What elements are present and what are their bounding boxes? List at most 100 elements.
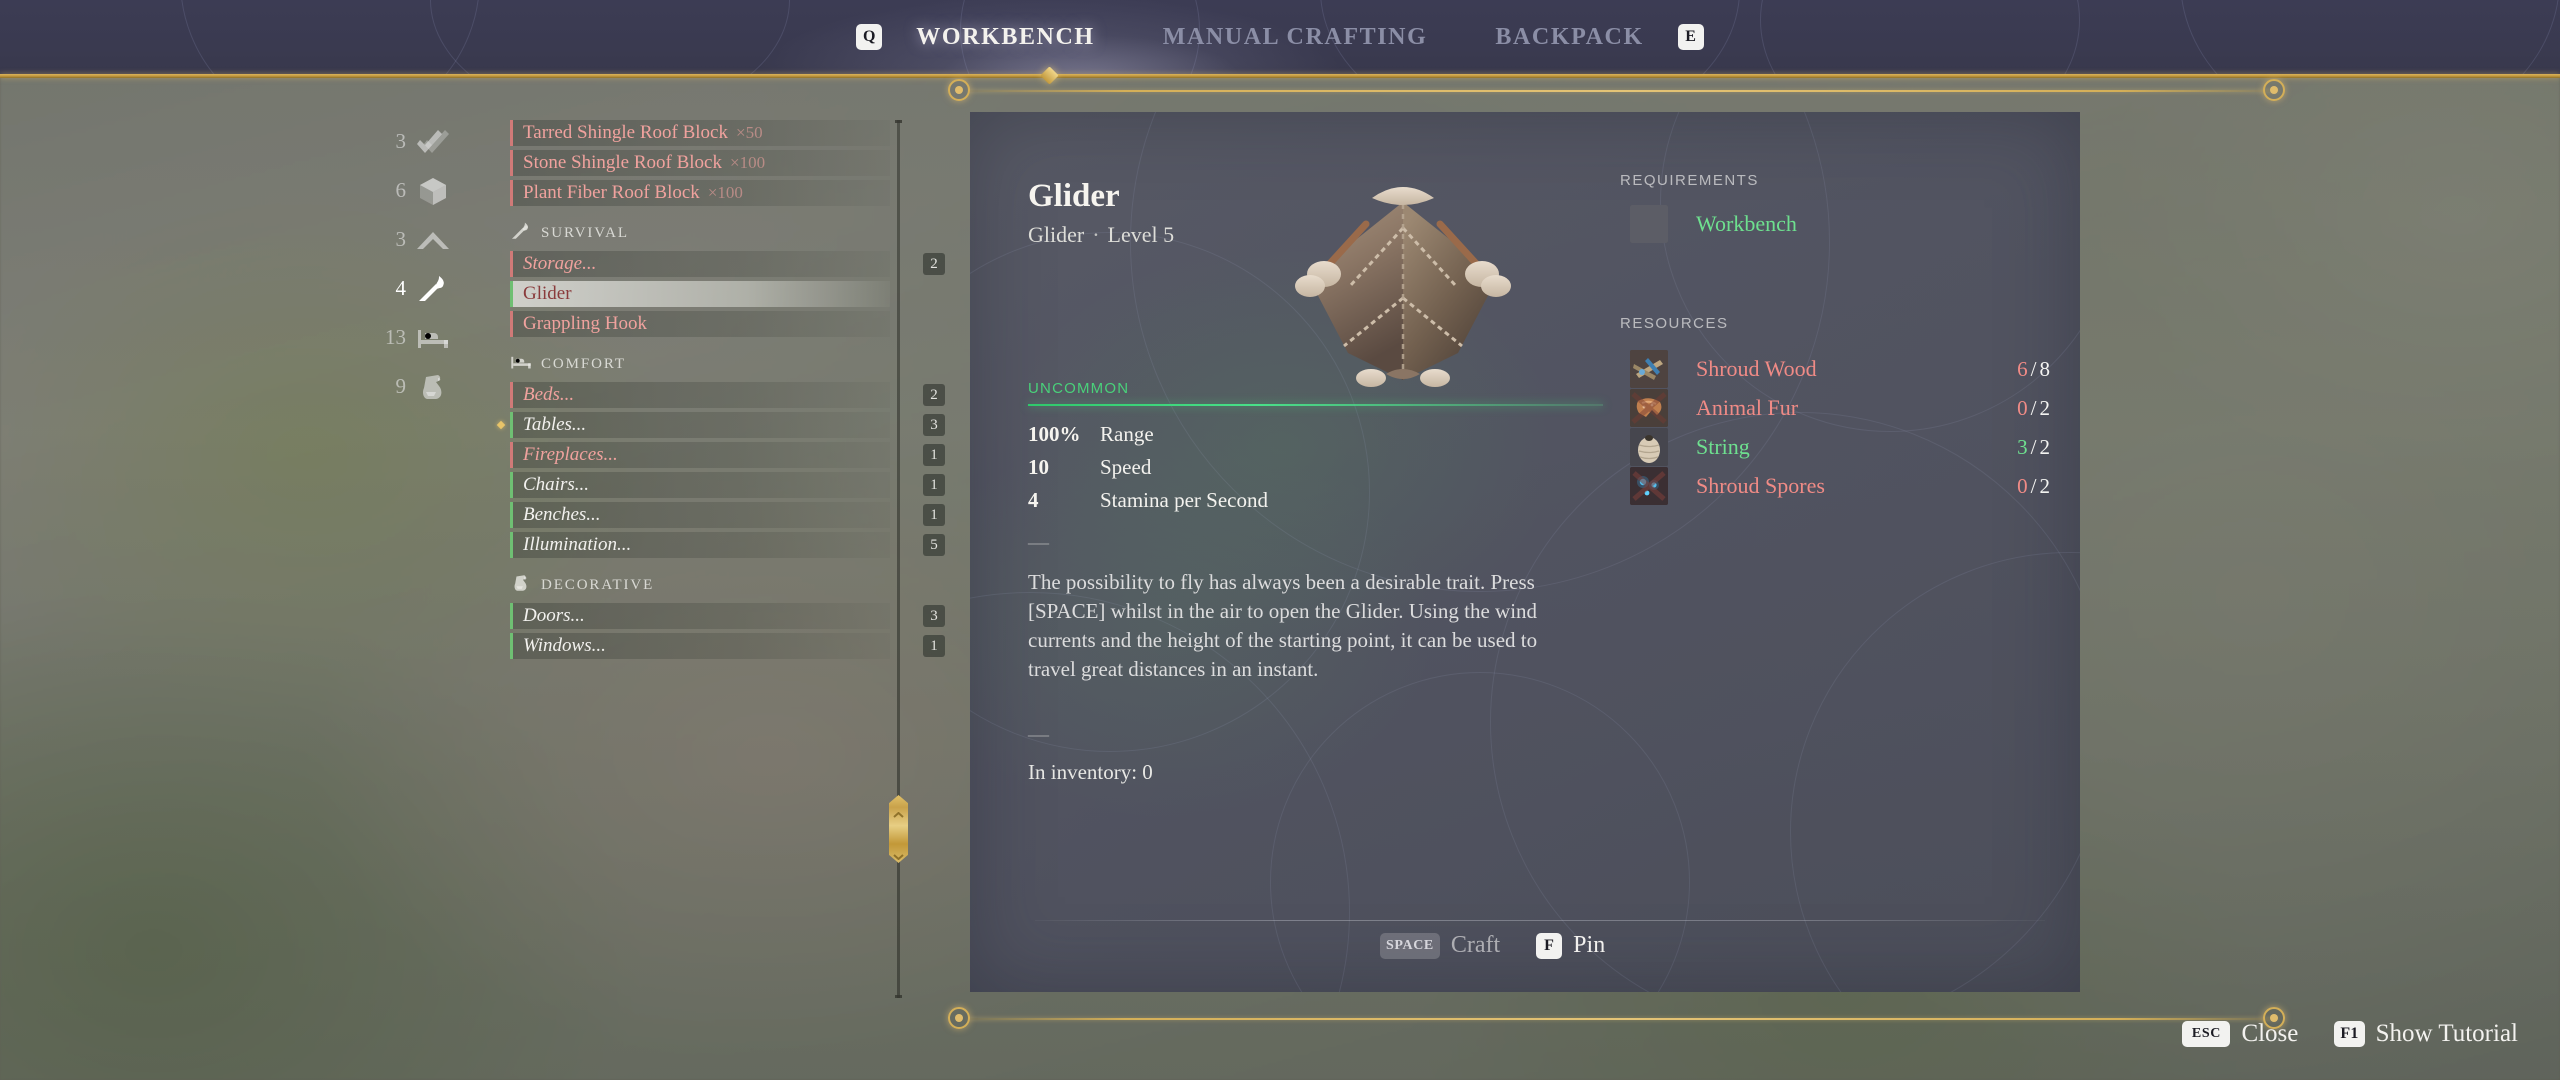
resource-have: 6 — [2017, 356, 2028, 381]
cube-icon — [416, 176, 450, 206]
stat-value: 10 — [1028, 455, 1049, 479]
recipe-list-scrollbar-track[interactable] — [895, 120, 902, 998]
stat-row: 4 Stamina per Second — [1028, 488, 1588, 521]
stat-row: 10 Speed — [1028, 455, 1588, 488]
recipe-list-item[interactable]: Windows... 1 — [510, 633, 945, 659]
recipe-list-item-label: Tarred Shingle Roof Block — [523, 122, 728, 143]
resource-name: String — [1696, 434, 1750, 459]
resources-heading: RESOURCES — [1620, 315, 1729, 332]
tab-backpack[interactable]: BACKPACK — [1461, 24, 1677, 51]
recipe-list-item-label: Stone Shingle Roof Block — [523, 152, 722, 173]
resource-name: Shroud Wood — [1696, 356, 1817, 381]
stat-row: 100% Range — [1028, 422, 1588, 455]
recipe-list-item[interactable]: Storage... 2 — [510, 251, 945, 277]
rail-item-count: 6 — [395, 178, 407, 202]
list-group-label: SURVIVAL — [541, 224, 629, 241]
rail-item-jug[interactable]: 9 — [370, 370, 450, 403]
rarity-label: UNCOMMON — [1028, 380, 1130, 397]
stat-name: Stamina per Second — [1100, 488, 1268, 512]
action-craft[interactable]: SPACE Craft — [1380, 932, 1500, 959]
stat-name: Range — [1100, 422, 1154, 446]
recipe-list-item-count-badge: 3 — [923, 414, 945, 436]
panel-footer-divider — [1035, 920, 2045, 921]
hint-label: Close — [2241, 1020, 2299, 1047]
resource-need: 2 — [2039, 395, 2051, 420]
resource-need: 2 — [2039, 434, 2051, 459]
recipe-list-item[interactable]: Illumination... 5 — [510, 532, 945, 558]
torch-icon — [416, 274, 450, 304]
recipe-list-item[interactable]: Plant Fiber Roof Block ×100 — [510, 180, 890, 206]
description-inventory-divider: — — [1028, 722, 1050, 746]
item-description: The possibility to fly has always been a… — [1028, 570, 1538, 681]
list-group-label: COMFORT — [541, 355, 626, 372]
resource-need: 2 — [2039, 473, 2051, 498]
recipe-list-item[interactable]: Tarred Shingle Roof Block ×50 — [510, 120, 890, 146]
resource-separator: / — [2030, 434, 2037, 459]
stat-value: 100% — [1028, 422, 1081, 446]
recipe-list-item[interactable]: Glider — [510, 281, 890, 307]
rail-item-checklist[interactable]: 3 — [370, 125, 450, 158]
recipe-list-item-label: Grappling Hook — [523, 313, 648, 334]
action-pin[interactable]: F Pin — [1536, 932, 1605, 959]
recipe-list-item-count-badge: 1 — [923, 504, 945, 526]
stat-value: 4 — [1028, 488, 1039, 512]
rail-item-count: 3 — [395, 227, 407, 251]
requirements-heading: REQUIREMENTS — [1620, 172, 1759, 189]
tab-workbench[interactable]: WORKBENCH — [882, 24, 1128, 51]
recipe-list-item[interactable]: Chairs... 1 — [510, 472, 945, 498]
item-title: Glider — [1028, 178, 1120, 214]
tab-strip: Q WORKBENCH MANUAL CRAFTING BACKPACK E — [0, 0, 2560, 74]
resource-name: Animal Fur — [1696, 395, 1799, 420]
recipe-list-item-label: Plant Fiber Roof Block — [523, 182, 700, 203]
shroud-spores-icon — [1630, 467, 1668, 505]
recipe-list-item[interactable]: Doors... 3 — [510, 603, 945, 629]
hint-close[interactable]: ESC Close — [2182, 1020, 2298, 1048]
jug-icon — [510, 573, 532, 598]
rail-item-roof[interactable]: 3 — [370, 223, 450, 256]
rail-item-torch[interactable]: 4 — [370, 272, 450, 305]
list-group-decorative: DECORATIVE — [510, 574, 890, 596]
resource-quantity: 3/2 — [2017, 435, 2050, 460]
torch-icon — [510, 221, 532, 246]
item-artwork-glider — [1295, 187, 1511, 387]
key-f1-badge: F1 — [2334, 1021, 2365, 1047]
bed-icon — [510, 352, 532, 377]
resource-have: 0 — [2017, 473, 2028, 498]
list-group-survival: SURVIVAL — [510, 222, 890, 244]
stat-name: Speed — [1100, 455, 1152, 479]
string-icon — [1630, 428, 1668, 466]
recipe-list-item-label: Storage... — [523, 253, 597, 274]
recipe-list-scrollbar-thumb[interactable] — [889, 795, 908, 863]
key-e-badge[interactable]: E — [1677, 24, 1704, 50]
recipe-list-item-count-badge: 2 — [923, 253, 945, 275]
recipe-list-item[interactable]: Fireplaces... 1 — [510, 442, 945, 468]
recipe-list-item-label: Illumination... — [523, 534, 632, 555]
checklist-icon — [416, 127, 450, 157]
key-space-badge: SPACE — [1380, 932, 1440, 959]
key-q-badge[interactable]: Q — [856, 24, 883, 50]
recipe-list-item-label: Chairs... — [523, 474, 589, 495]
bottom-hint-bar: ESC Close F1 Show Tutorial — [2182, 1020, 2518, 1048]
rail-item-count: 4 — [395, 276, 407, 300]
recipe-list-item[interactable]: Tables... 3 — [496, 412, 945, 438]
recipe-list-item[interactable]: Stone Shingle Roof Block ×100 — [510, 150, 890, 176]
shroud-wood-icon — [1630, 350, 1668, 388]
jug-icon — [416, 372, 450, 402]
recipe-list-item[interactable]: Benches... 1 — [510, 502, 945, 528]
recipe-list-item[interactable]: Grappling Hook — [510, 311, 890, 337]
tab-manual-crafting[interactable]: MANUAL CRAFTING — [1129, 24, 1462, 51]
recipe-list: Tarred Shingle Roof Block ×50 Stone Shingl… — [496, 120, 945, 1000]
resource-quantity: 0/2 — [2017, 396, 2050, 421]
requirement-name: Workbench — [1696, 211, 1797, 236]
recipe-list-item-count-badge: 1 — [923, 444, 945, 466]
rail-item-bed[interactable]: 13 — [370, 321, 450, 354]
item-type: Glider — [1028, 222, 1085, 247]
hint-show-tutorial[interactable]: F1 Show Tutorial — [2334, 1020, 2518, 1048]
decor-arc — [1790, 552, 2080, 992]
key-esc-badge: ESC — [2182, 1021, 2231, 1047]
rail-item-cube[interactable]: 6 — [370, 174, 450, 207]
recipe-list-item[interactable]: Beds... 2 — [510, 382, 945, 408]
roof-icon — [416, 225, 450, 255]
recipe-list-item-label: Doors... — [523, 605, 585, 626]
recipe-list-item-label: Beds... — [523, 384, 575, 405]
